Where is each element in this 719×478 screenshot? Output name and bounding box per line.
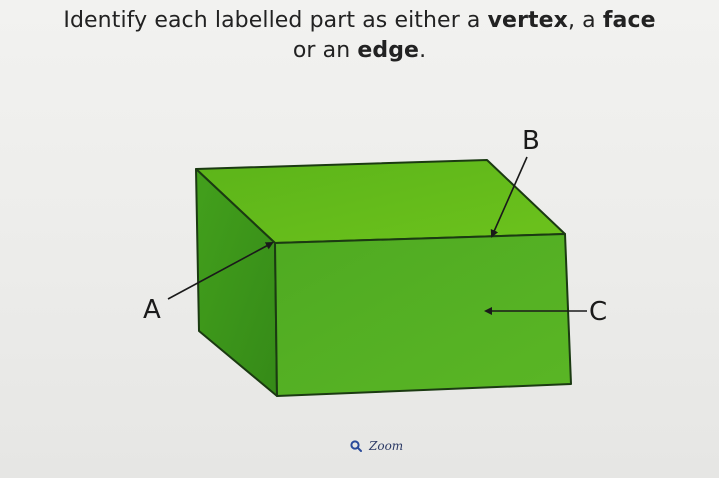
magnifier-icon bbox=[350, 440, 362, 452]
cuboid-diagram: A B C bbox=[143, 126, 607, 397]
label-b: B bbox=[522, 126, 540, 156]
zoom-label: Zoom bbox=[369, 439, 404, 453]
zoom-button[interactable]: Zoom bbox=[350, 439, 403, 453]
front-face bbox=[274, 233, 572, 397]
label-a: A bbox=[143, 295, 161, 325]
label-c: C bbox=[589, 297, 607, 327]
